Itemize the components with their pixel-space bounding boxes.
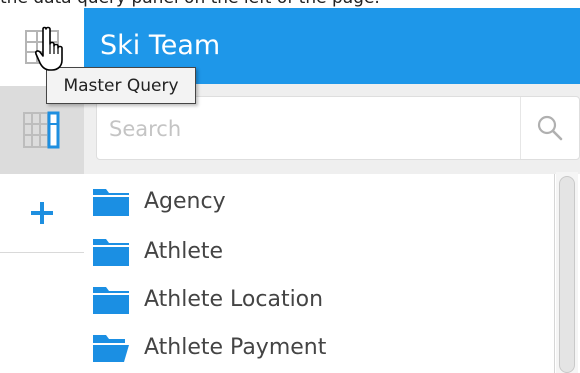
top-text: the data query panel on the left of the …: [0, 0, 380, 8]
table-list: Agency Athlete Athlete Location Athlete …: [84, 174, 555, 373]
list-item-athlete-payment[interactable]: Athlete Payment: [84, 322, 554, 372]
list-scrollbar[interactable]: [556, 172, 578, 373]
scrollbar-thumb[interactable]: [559, 176, 575, 373]
list-item-label: Athlete Payment: [144, 334, 327, 360]
list-item-label: Athlete: [144, 238, 224, 264]
tooltip-text: Master Query: [63, 75, 179, 96]
search-box: [96, 96, 580, 161]
plus-icon: [31, 202, 53, 224]
search-icon: [537, 115, 563, 141]
query-column-icon: [23, 111, 60, 149]
folder-icon: [93, 189, 129, 216]
list-item-label: Athlete Location: [144, 286, 324, 312]
hand-cursor-icon: [35, 26, 63, 71]
list-item-agency[interactable]: Agency: [84, 176, 554, 226]
list-item-athlete-location[interactable]: Athlete Location: [84, 274, 554, 324]
folder-open-icon: [93, 335, 129, 362]
search-input[interactable]: [107, 97, 511, 161]
folder-icon: [93, 239, 129, 266]
add-button[interactable]: [0, 174, 84, 253]
top-text-clipped: the data query panel on the left of the …: [0, 0, 580, 8]
list-item-athlete[interactable]: Athlete: [84, 226, 554, 276]
list-item-label: Agency: [144, 188, 226, 214]
folder-icon: [93, 287, 129, 314]
search-button[interactable]: [520, 97, 579, 159]
